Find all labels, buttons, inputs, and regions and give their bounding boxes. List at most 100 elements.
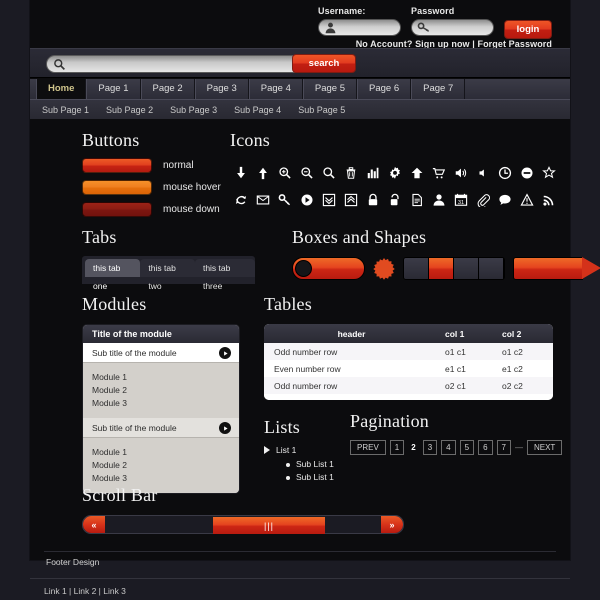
demo-button-down[interactable] (82, 202, 152, 217)
table-row[interactable]: Odd number row o2 c1 o2 c2 (264, 377, 553, 394)
username-input[interactable] (339, 21, 397, 35)
pagination-page-2-current[interactable]: 2 (408, 443, 418, 452)
warning-icon[interactable] (516, 186, 538, 213)
document-icon[interactable] (406, 186, 428, 213)
password-input[interactable] (432, 21, 490, 35)
volume-on-icon[interactable] (450, 159, 472, 186)
paperclip-icon[interactable] (472, 186, 494, 213)
zoom-out-icon[interactable] (296, 159, 318, 186)
refresh-icon[interactable] (230, 186, 252, 213)
play-icon[interactable] (296, 186, 318, 213)
play-icon[interactable] (219, 422, 231, 434)
list-item[interactable]: Module 1 (92, 446, 239, 459)
user-icon[interactable] (428, 186, 450, 213)
icon-grid: 31 (230, 159, 560, 213)
list-item[interactable]: Sub List 1 (286, 458, 334, 471)
volume-off-icon[interactable] (472, 159, 494, 186)
arrow-shape[interactable] (513, 257, 600, 280)
lock-open-icon[interactable] (384, 186, 406, 213)
login-button[interactable]: login (504, 20, 552, 39)
search-box[interactable] (46, 55, 306, 73)
nav-item-page-6[interactable]: Page 6 (357, 79, 411, 99)
module-subtitle[interactable]: Sub title of the module (83, 343, 239, 363)
table-row[interactable]: Odd number row o1 c1 o1 c2 (264, 343, 553, 360)
pagination-page-1[interactable]: 1 (390, 440, 404, 455)
comment-icon[interactable] (494, 186, 516, 213)
username-input-wrap[interactable] (318, 19, 401, 36)
tab-3[interactable]: this tab three (195, 259, 255, 277)
star-icon[interactable] (538, 159, 560, 186)
segment-3[interactable] (454, 258, 479, 279)
list-item[interactable]: Module 2 (92, 459, 239, 472)
search-icon[interactable] (318, 159, 340, 186)
cart-icon[interactable] (428, 159, 450, 186)
lock-closed-icon[interactable] (362, 186, 384, 213)
pagination-page-5[interactable]: 5 (460, 440, 474, 455)
home-icon[interactable] (406, 159, 428, 186)
mail-icon[interactable] (252, 186, 274, 213)
gear-icon[interactable] (384, 159, 406, 186)
minus-circle-icon[interactable] (516, 159, 538, 186)
module-subtitle-2[interactable]: Sub title of the module (83, 418, 239, 438)
footer-links[interactable]: Link 1 | Link 2 | Link 3 (44, 586, 126, 596)
chevron-up-box-icon[interactable] (340, 186, 362, 213)
nav-item-page-7[interactable]: Page 7 (411, 79, 465, 99)
scroll-right-button[interactable]: » (381, 516, 403, 533)
calendar-icon[interactable]: 31 (450, 186, 472, 213)
scrollbar-thumb[interactable]: ||| (213, 517, 325, 534)
demo-button-hover[interactable] (82, 180, 152, 195)
password-input-wrap[interactable] (411, 19, 494, 36)
nav-item-home[interactable]: Home (36, 79, 86, 99)
pagination-page-3[interactable]: 3 (423, 440, 437, 455)
arrow-down-icon[interactable] (230, 159, 252, 186)
zoom-in-icon[interactable] (274, 159, 296, 186)
pagination-page-4[interactable]: 4 (441, 440, 455, 455)
rss-icon[interactable] (538, 186, 560, 213)
tab-1[interactable]: this tab one (85, 259, 140, 277)
nav-item-page-4[interactable]: Page 4 (249, 79, 303, 99)
key-icon[interactable] (274, 186, 296, 213)
subnav-item-2[interactable]: Sub Page 2 (106, 105, 153, 115)
bar-chart-icon[interactable] (362, 159, 384, 186)
scrollbar[interactable]: « ||| » (82, 515, 404, 534)
pagination-prev[interactable]: PREV (350, 440, 386, 455)
pagination-page-6[interactable]: 6 (478, 440, 492, 455)
list-item-root[interactable]: List 1 (264, 445, 334, 455)
segment-1[interactable] (404, 258, 429, 279)
pagination-page-7[interactable]: 7 (497, 440, 511, 455)
segment-2-active[interactable] (429, 258, 454, 279)
subnav-item-3[interactable]: Sub Page 3 (170, 105, 217, 115)
search-button[interactable]: search (292, 54, 356, 73)
list-item[interactable]: Module 2 (92, 384, 239, 397)
pagination-next[interactable]: NEXT (527, 440, 562, 455)
subnav-item-5[interactable]: Sub Page 5 (298, 105, 345, 115)
user-icon (324, 21, 337, 34)
list-item[interactable]: Module 1 (92, 371, 239, 384)
nav-item-page-3[interactable]: Page 3 (195, 79, 249, 99)
table-cell-col1: o1 c1 (439, 343, 496, 360)
play-icon[interactable] (219, 347, 231, 359)
modules-section: Modules Title of the module Sub title of… (82, 294, 240, 494)
subnav-item-1[interactable]: Sub Page 1 (42, 105, 89, 115)
arrow-up-icon[interactable] (252, 159, 274, 186)
list-item[interactable]: Module 3 (92, 397, 239, 410)
table-row[interactable]: Even number row e1 c1 e1 c2 (264, 360, 553, 377)
nav-item-page-1[interactable]: Page 1 (86, 79, 140, 99)
segmented-bar[interactable] (403, 257, 505, 280)
scroll-left-button[interactable]: « (83, 516, 105, 533)
nav-item-page-2[interactable]: Page 2 (141, 79, 195, 99)
nav-item-page-5[interactable]: Page 5 (303, 79, 357, 99)
segment-4[interactable] (479, 258, 504, 279)
tab-2[interactable]: this tab two (140, 259, 195, 277)
list-item[interactable]: Sub List 1 (286, 471, 334, 484)
clock-icon[interactable] (494, 159, 516, 186)
subnav-item-4[interactable]: Sub Page 4 (234, 105, 281, 115)
chevron-down-box-icon[interactable] (318, 186, 340, 213)
shape-rounded-bar[interactable] (292, 257, 365, 280)
table-cell-label: Odd number row (264, 377, 439, 394)
module-subtitle-text: Sub title of the module (92, 348, 177, 358)
search-input[interactable] (69, 57, 299, 71)
list-item[interactable]: Module 3 (92, 472, 239, 485)
trash-icon[interactable] (340, 159, 362, 186)
demo-button-normal[interactable] (82, 158, 152, 173)
